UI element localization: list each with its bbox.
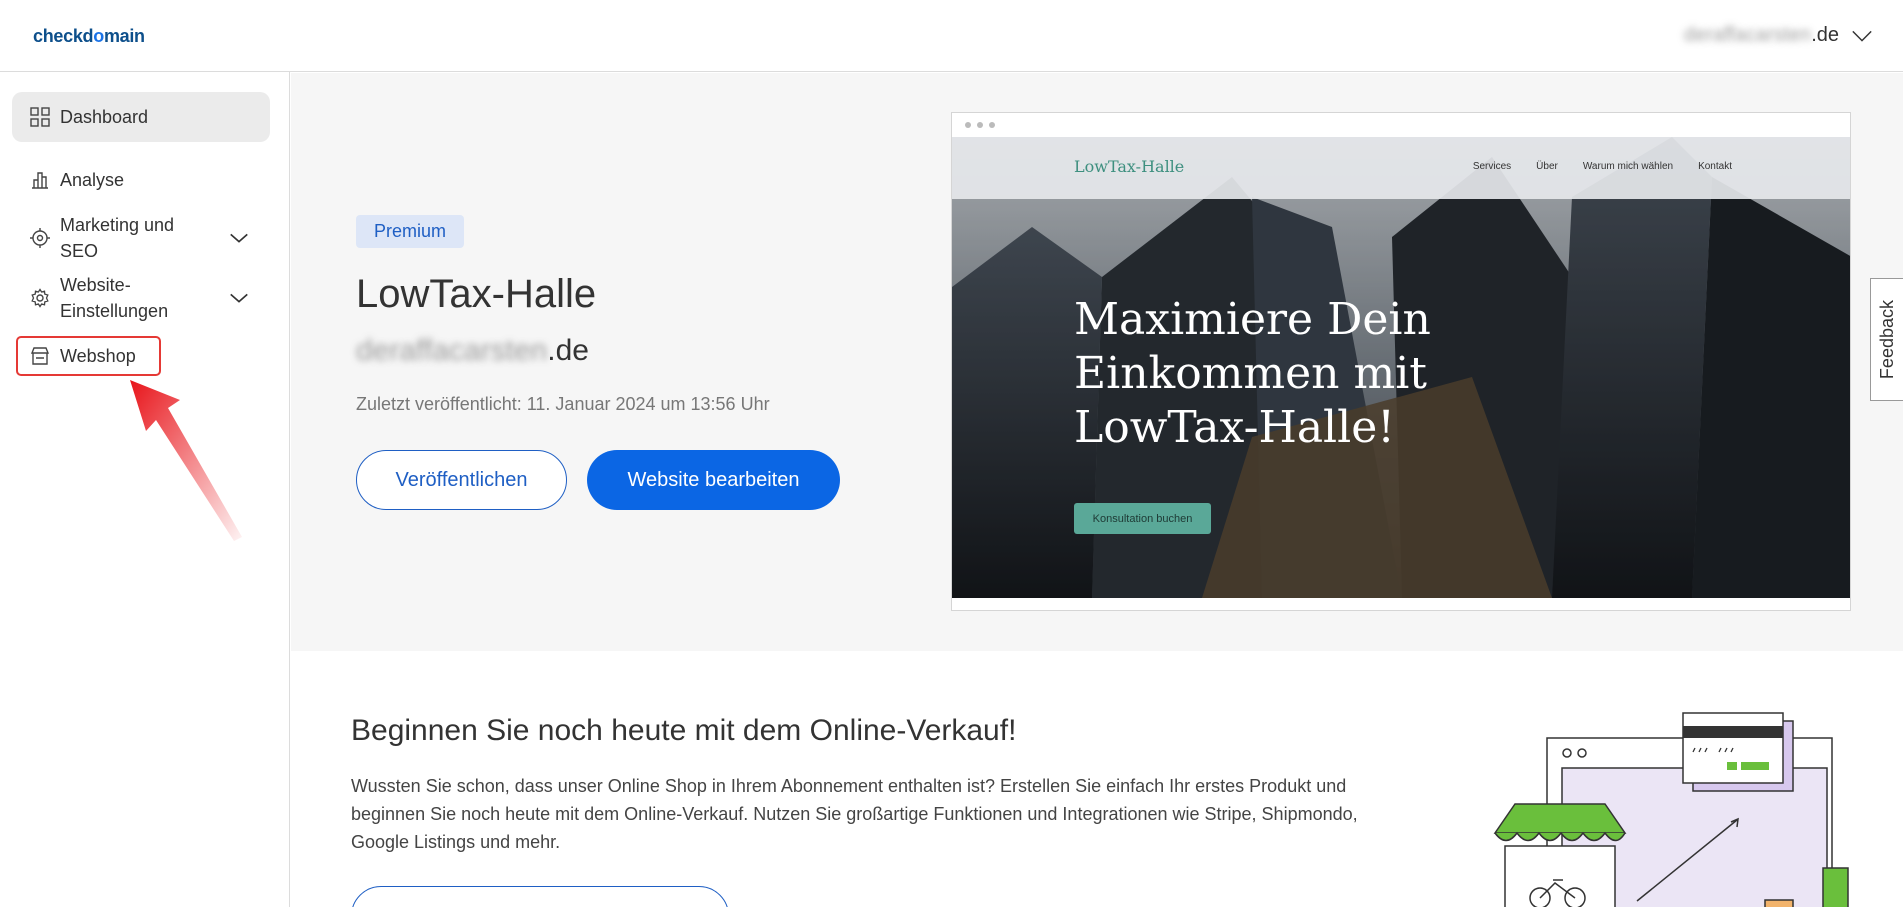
- webshop-highlight-box: [16, 336, 161, 376]
- preview-nav-links: Services Über Warum mich wählen Kontakt: [1473, 161, 1732, 172]
- shop-heading: Beginnen Sie noch heute mit dem Online-V…: [351, 714, 1017, 747]
- checkdomain-logo[interactable]: checkdomain: [33, 26, 145, 47]
- shop-cta-button[interactable]: [351, 886, 729, 907]
- sidebar-item-marketing-seo[interactable]: Marketing und SEO: [12, 210, 270, 266]
- grid-icon: [30, 107, 50, 127]
- top-bar: checkdomain deraffacarsten.de: [0, 0, 1903, 72]
- site-domain: deraffacarsten.de: [356, 334, 589, 367]
- preview-brand: LowTax-Halle: [1074, 157, 1185, 176]
- domain-selector[interactable]: deraffacarsten.de: [1684, 24, 1873, 47]
- sidebar-item-label: Website- Einstellungen: [60, 275, 169, 321]
- last-published-text: Zuletzt veröffentlicht: 11. Januar 2024 …: [356, 394, 770, 414]
- chevron-down-icon: [230, 293, 248, 303]
- plan-badge: Premium: [356, 215, 465, 248]
- feedback-label: Feedback: [1876, 299, 1897, 380]
- target-icon: [30, 228, 50, 248]
- preview-nav-link: Warum mich wählen: [1582, 161, 1674, 172]
- website-preview[interactable]: LowTax-Halle Services Über Warum mich wä…: [951, 112, 1851, 611]
- chevron-down-icon: [1852, 30, 1872, 42]
- preview-headline: Maximiere Dein Einkommen mit LowTax-Hall…: [1074, 294, 1431, 453]
- site-title: LowTax-Halle: [356, 272, 597, 316]
- edit-website-button[interactable]: Website bearbeiten: [587, 450, 840, 510]
- preview-nav-link: Über: [1536, 161, 1558, 172]
- sidebar-item-analyse[interactable]: Analyse: [12, 162, 270, 198]
- sidebar-item-label: Dashboard: [60, 107, 149, 127]
- preview-navbar: LowTax-Halle Services Über Warum mich wä…: [952, 137, 1850, 199]
- domain-name: deraffacarsten.de: [1683, 24, 1839, 46]
- sidebar-item-website-settings[interactable]: Website- Einstellungen: [12, 270, 270, 326]
- bar-chart-icon: [32, 172, 48, 189]
- shop-description: Wussten Sie schon, dass unser Online Sho…: [351, 776, 1358, 852]
- sidebar-item-label: Analyse: [60, 170, 125, 190]
- preview-nav-link: Services: [1472, 161, 1512, 172]
- preview-cta-button: Konsultation buchen: [1074, 503, 1211, 534]
- gear-icon: [31, 288, 49, 308]
- sidebar-item-dashboard[interactable]: Dashboard: [12, 92, 270, 142]
- sidebar-item-label: Marketing und SEO: [60, 215, 175, 261]
- preview-browser-bar: [952, 113, 1850, 137]
- feedback-tab[interactable]: Feedback: [1870, 278, 1903, 401]
- publish-button[interactable]: Veröffentlichen: [356, 450, 567, 510]
- red-arrow-annotation: [130, 380, 242, 541]
- window-dots-icon: [965, 122, 995, 128]
- preview-nav-link: Kontakt: [1698, 161, 1732, 172]
- webshop-illustration: [1493, 712, 1849, 907]
- chevron-down-icon: [230, 233, 248, 243]
